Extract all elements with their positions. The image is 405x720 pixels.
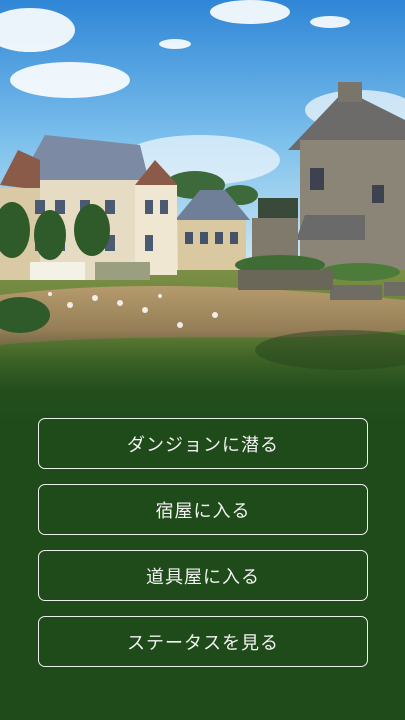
enter-dungeon-button[interactable]: ダンジョンに潜る: [38, 418, 368, 469]
enter-item-shop-button[interactable]: 道具屋に入る: [38, 550, 368, 601]
enter-inn-button[interactable]: 宿屋に入る: [38, 484, 368, 535]
game-screen: ダンジョンに潜る 宿屋に入る 道具屋に入る ステータスを見る: [0, 0, 405, 720]
main-menu: ダンジョンに潜る 宿屋に入る 道具屋に入る ステータスを見る: [38, 418, 368, 682]
view-status-button[interactable]: ステータスを見る: [38, 616, 368, 667]
